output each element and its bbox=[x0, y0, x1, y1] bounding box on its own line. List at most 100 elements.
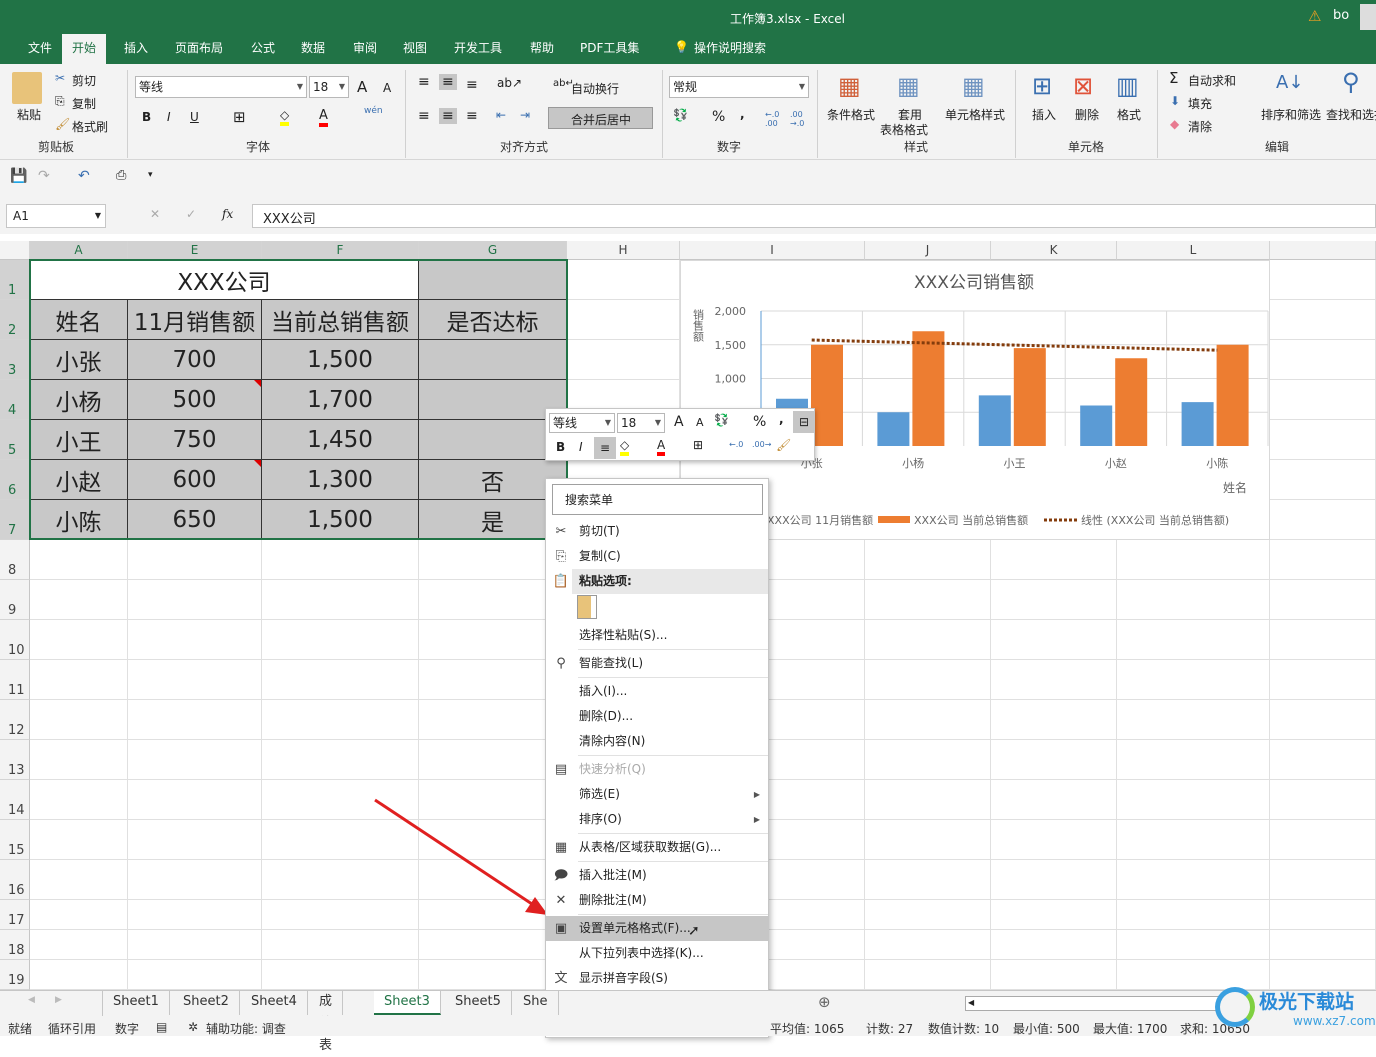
shrink-font-button[interactable]: A bbox=[383, 81, 391, 95]
sheet-tab-3[interactable]: 成绩表 bbox=[309, 991, 344, 1053]
sort-filter-button[interactable]: 排序和筛选 bbox=[1261, 106, 1321, 123]
cell-styles-button[interactable]: 单元格样式 bbox=[945, 106, 1005, 123]
tab-5[interactable]: 数据 bbox=[291, 34, 335, 64]
cut-button[interactable]: 剪切 bbox=[72, 72, 96, 89]
mini-percent-button[interactable]: % bbox=[753, 414, 766, 430]
accounting-format-icon[interactable]: 💱 bbox=[673, 108, 688, 122]
fill-color-icon[interactable]: ◇ bbox=[280, 108, 290, 126]
grow-font-button[interactable]: A bbox=[357, 78, 367, 96]
wrap-text-button[interactable]: 自动换行 bbox=[571, 80, 619, 97]
macro-record-icon[interactable]: ▤ bbox=[156, 1020, 167, 1034]
delete-cells-button[interactable]: 删除 bbox=[1075, 106, 1099, 123]
menu-item-4[interactable]: 选择性粘贴(S)... bbox=[546, 623, 768, 648]
table-cell[interactable]: 小张 bbox=[30, 340, 128, 380]
column-header-L[interactable]: L bbox=[1117, 241, 1270, 260]
table-cell[interactable]: 700 bbox=[128, 340, 262, 380]
table-cell[interactable]: 小陈 bbox=[30, 500, 128, 540]
enter-icon[interactable]: ✓ bbox=[186, 207, 196, 221]
menu-item-15[interactable]: ▣ 设置单元格格式(F)... ➚ bbox=[546, 916, 768, 941]
undo-icon[interactable]: ↶ bbox=[78, 168, 90, 184]
comment-indicator-icon[interactable] bbox=[254, 380, 261, 387]
menu-item-10[interactable]: 筛选(E) ▶ bbox=[546, 782, 768, 807]
formula-input[interactable]: XXX公司 bbox=[252, 204, 1376, 228]
menu-item-8[interactable]: 清除内容(N) bbox=[546, 729, 768, 754]
borders-icon[interactable]: ⊞ bbox=[233, 108, 246, 126]
menu-item-1[interactable]: ⎘ 复制(C) bbox=[546, 544, 768, 569]
table-cell[interactable]: 600 bbox=[128, 460, 262, 500]
row-header-13[interactable]: 13 bbox=[0, 740, 30, 780]
align-top-icon[interactable]: ≡ bbox=[418, 74, 430, 90]
sheet-tab-5[interactable]: Sheet5 bbox=[445, 991, 512, 1015]
align-right-icon[interactable]: ≡ bbox=[466, 108, 478, 124]
row-header-3[interactable]: 3 bbox=[0, 340, 30, 380]
sheet-tab-1[interactable]: Sheet2 bbox=[173, 991, 240, 1015]
search-menu-input[interactable]: 搜索菜单 bbox=[552, 484, 763, 515]
mini-font-color-icon[interactable]: A bbox=[657, 438, 666, 456]
column-header-M[interactable] bbox=[1270, 241, 1376, 260]
table-cell[interactable]: 1,500 bbox=[262, 340, 419, 380]
row-header-7[interactable]: 7 bbox=[0, 500, 30, 540]
format-cells-button[interactable]: 格式 bbox=[1117, 106, 1141, 123]
tab-11[interactable]: 操作说明搜索 bbox=[668, 34, 776, 64]
column-header-F[interactable]: F bbox=[262, 241, 419, 260]
number-format-select[interactable]: 常规 ▼ bbox=[669, 76, 809, 98]
menu-item-14[interactable]: ✕ 删除批注(M) bbox=[546, 888, 768, 913]
conditional-format-button[interactable]: 条件格式 bbox=[827, 106, 875, 123]
mini-inc-decimal-icon[interactable]: ←.0 bbox=[729, 440, 743, 449]
menu-item-17[interactable]: 文显示拼音字段(S) bbox=[546, 966, 768, 991]
mini-fill-color-icon[interactable]: ◇ bbox=[620, 438, 630, 456]
table-header-cell[interactable]: 姓名 bbox=[30, 300, 128, 340]
paste-option-keep-source[interactable] bbox=[546, 594, 768, 623]
comma-button[interactable]: , bbox=[740, 107, 745, 121]
mini-comma-button[interactable]: , bbox=[779, 412, 784, 426]
font-name-select[interactable]: 等线 ▼ bbox=[135, 76, 307, 98]
row-header-19[interactable]: 19 bbox=[0, 960, 30, 990]
menu-item-6[interactable]: 插入(I)... bbox=[546, 679, 768, 704]
align-middle-icon[interactable]: ≡ bbox=[439, 74, 457, 90]
menu-item-13[interactable]: 🗩 插入批注(M) bbox=[546, 863, 768, 888]
select-all-corner[interactable] bbox=[0, 241, 30, 260]
column-header-I[interactable]: I bbox=[680, 241, 865, 260]
sheet-tab-4[interactable]: Sheet3 bbox=[374, 991, 441, 1015]
orientation-icon[interactable]: ab↗ bbox=[497, 76, 522, 90]
table-cell[interactable]: 1,450 bbox=[262, 420, 419, 460]
autosum-button[interactable]: 自动求和 bbox=[1188, 72, 1236, 89]
copy-button[interactable]: 复制 bbox=[72, 95, 96, 112]
fill-button[interactable]: 填充 bbox=[1188, 95, 1212, 112]
mini-accounting-icon[interactable]: 💱 bbox=[714, 413, 729, 427]
table-cell[interactable]: 小赵 bbox=[30, 460, 128, 500]
percent-button[interactable]: % bbox=[712, 109, 725, 125]
paste-icon[interactable] bbox=[12, 72, 42, 104]
sheet-tab-2[interactable]: Sheet4 bbox=[241, 991, 308, 1015]
column-header-A[interactable]: A bbox=[30, 241, 128, 260]
column-header-J[interactable]: J bbox=[865, 241, 991, 260]
mini-grow-font-icon[interactable]: A bbox=[674, 414, 684, 430]
tab-9[interactable]: 帮助 bbox=[520, 34, 564, 64]
menu-item-5[interactable]: ⚲ 智能查找(L) bbox=[546, 651, 768, 676]
merge-center-button[interactable]: 合并后居中 bbox=[548, 107, 653, 129]
horizontal-scrollbar[interactable]: ◀ bbox=[965, 996, 1220, 1011]
cell-A1-title[interactable]: XXX公司 bbox=[30, 260, 419, 300]
mini-format-painter-icon[interactable]: 🖌 bbox=[776, 438, 791, 452]
warning-icon[interactable]: ⚠ bbox=[1308, 7, 1321, 25]
row-header-5[interactable]: 5 bbox=[0, 420, 30, 460]
mini-merge-icon[interactable]: ⊟ bbox=[793, 411, 815, 433]
comment-indicator-icon[interactable] bbox=[254, 460, 261, 467]
row-header-2[interactable]: 2 bbox=[0, 300, 30, 340]
cell-G1[interactable] bbox=[419, 260, 567, 300]
tab-4[interactable]: 公式 bbox=[241, 34, 285, 64]
scroll-sheets-left-icon[interactable]: ◀ bbox=[28, 995, 35, 1005]
column-header-H[interactable]: H bbox=[567, 241, 680, 260]
sheet-tab-0[interactable]: Sheet1 bbox=[103, 991, 170, 1015]
row-header-17[interactable]: 17 bbox=[0, 900, 30, 930]
avatar[interactable] bbox=[1360, 4, 1376, 30]
redo-icon[interactable]: ↷ bbox=[38, 168, 50, 184]
row-header-8[interactable]: 8 bbox=[0, 540, 30, 580]
insert-cells-button[interactable]: 插入 bbox=[1032, 106, 1056, 123]
table-header-cell[interactable]: 是否达标 bbox=[419, 300, 567, 340]
mini-font-select[interactable]: 等线 ▼ bbox=[549, 413, 615, 433]
table-cell[interactable]: 500 bbox=[128, 380, 262, 420]
table-header-cell[interactable]: 当前总销售额 bbox=[262, 300, 419, 340]
decrease-decimal-button[interactable]: .00 →.0 bbox=[790, 110, 810, 128]
paste-button[interactable]: 粘贴 bbox=[17, 106, 41, 123]
